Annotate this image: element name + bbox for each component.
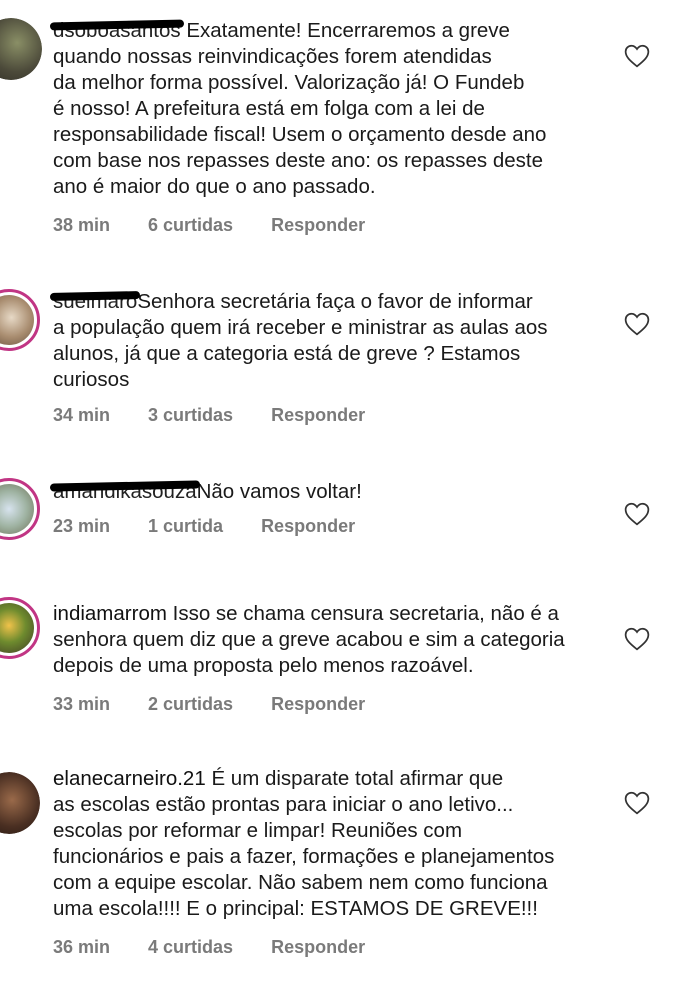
comment-meta: 34 min 3 curtidas Responder: [53, 405, 403, 426]
like-count[interactable]: 4 curtidas: [148, 937, 233, 958]
avatar[interactable]: [0, 597, 40, 659]
comment-text-line: Exatamente! Encerraremos a greve: [186, 19, 510, 42]
comment-meta: 36 min 4 curtidas Responder: [53, 937, 403, 958]
comment-text-line: funcionários e pais a fazer, formações e…: [53, 845, 555, 868]
heart-outline-icon[interactable]: [624, 627, 650, 651]
username[interactable]: elanecarneiro.21: [53, 767, 206, 790]
comment-body: elanecarneiro.21 É um disparate total af…: [53, 766, 608, 922]
comment-text-line: ano é maior do que o ano passado.: [53, 175, 376, 198]
reply-button[interactable]: Responder: [271, 215, 365, 236]
comment-text-line: com a equipe escolar. Não sabem nem como…: [53, 871, 548, 894]
comment-text-line: responsabilidade fiscal! Usem o orçament…: [53, 123, 547, 146]
comment-text-line: com base nos repasses deste ano: os repa…: [53, 149, 544, 172]
comment-text-line: quando nossas reinvindicações forem aten…: [53, 45, 492, 68]
comment-text-line: é nosso! A prefeitura está em folga com …: [53, 97, 485, 120]
avatar[interactable]: [0, 289, 40, 351]
heart-outline-icon[interactable]: [624, 502, 650, 526]
avatar[interactable]: [0, 478, 40, 540]
comment-text-line: escolas por reformar e limpar! Reuniões …: [53, 819, 463, 842]
heart-outline-icon[interactable]: [624, 312, 650, 336]
comment-text-line: Senhora secretária faça o favor de infor…: [137, 290, 533, 313]
username[interactable]: dsoboasantos: [53, 18, 181, 44]
comment-body: amandikasouzaNão vamos voltar!: [53, 479, 608, 505]
comment-meta: 33 min 2 curtidas Responder: [53, 694, 403, 715]
like-count[interactable]: 3 curtidas: [148, 405, 233, 426]
comment-text-line: uma escola!!!! E o principal: ESTAMOS DE…: [53, 897, 538, 920]
reply-button[interactable]: Responder: [271, 694, 365, 715]
comment-text-line: da melhor forma possível. Valorização já…: [53, 71, 525, 94]
avatar[interactable]: [0, 18, 42, 80]
like-count[interactable]: 1 curtida: [148, 516, 223, 537]
comment-text-line: É um disparate total afirmar que: [211, 767, 504, 790]
timestamp: 23 min: [53, 516, 111, 536]
timestamp: 36 min: [53, 937, 111, 957]
heart-outline-icon[interactable]: [624, 791, 650, 815]
comment-body: sueimaroSenhora secretária faça o favor …: [53, 289, 608, 393]
comment-text-line: senhora quem diz que a greve acabou e si…: [53, 628, 565, 651]
like-count[interactable]: 6 curtidas: [148, 215, 233, 236]
username[interactable]: amandikasouza: [53, 479, 197, 505]
like-count[interactable]: 2 curtidas: [148, 694, 233, 715]
comment-body: indiamarrom Isso se chama censura secret…: [53, 601, 608, 679]
comment-meta: 23 min 1 curtida Responder: [53, 516, 393, 537]
username[interactable]: indiamarrom: [53, 602, 167, 625]
timestamp: 33 min: [53, 694, 111, 714]
comment-text-line: curiosos: [53, 368, 130, 391]
comment-text-line: as escolas estão prontas para iniciar o …: [53, 793, 514, 816]
reply-button[interactable]: Responder: [271, 405, 365, 426]
avatar[interactable]: [0, 772, 40, 834]
comment-text-line: alunos, já que a categoria está de greve…: [53, 342, 521, 365]
comment-text-line: Não vamos voltar!: [196, 480, 362, 503]
comment-text-line: a população quem irá receber e ministrar…: [53, 316, 548, 339]
timestamp: 38 min: [53, 215, 111, 235]
reply-button[interactable]: Responder: [261, 516, 355, 537]
comment-text-line: Isso se chama censura secretaria, não é …: [172, 602, 559, 625]
timestamp: 34 min: [53, 405, 111, 425]
heart-outline-icon[interactable]: [624, 44, 650, 68]
comment-body: dsoboasantos Exatamente! Encerraremos a …: [53, 18, 608, 200]
comment-text-line: depois de uma proposta pelo menos razoáv…: [53, 654, 474, 677]
comment-meta: 38 min 6 curtidas Responder: [53, 215, 403, 236]
username[interactable]: sueimaro: [53, 289, 137, 315]
reply-button[interactable]: Responder: [271, 937, 365, 958]
